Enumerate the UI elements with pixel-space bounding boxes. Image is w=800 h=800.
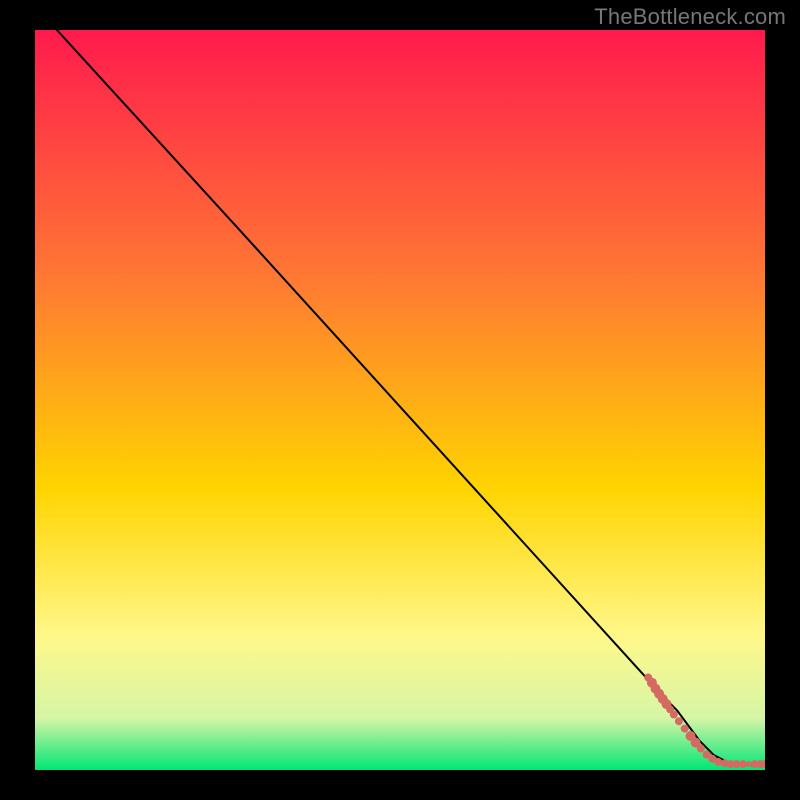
data-point-marker xyxy=(675,717,683,725)
data-point-marker xyxy=(670,711,678,719)
plot-area xyxy=(35,30,765,770)
data-point-marker xyxy=(739,760,747,768)
chart-stage: TheBottleneck.com xyxy=(0,0,800,800)
watermark-text: TheBottleneck.com xyxy=(594,4,786,30)
chart-svg xyxy=(35,30,765,770)
data-point-marker xyxy=(681,725,689,733)
gradient-background xyxy=(35,30,765,770)
data-point-marker xyxy=(697,745,705,753)
